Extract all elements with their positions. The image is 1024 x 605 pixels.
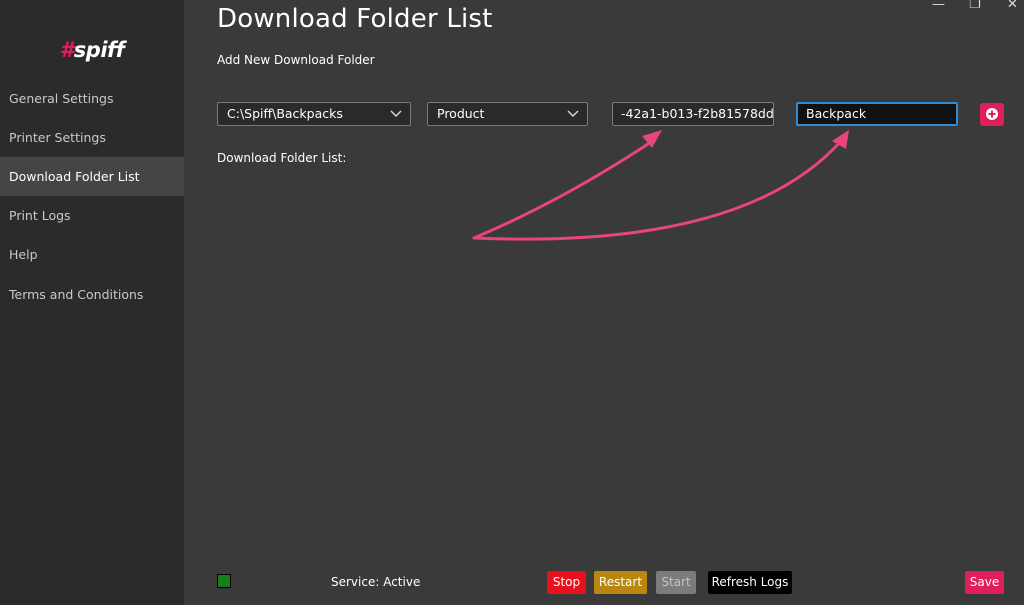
annotation-arrowhead-guid <box>642 130 662 148</box>
sidebar-item-printer-settings[interactable]: Printer Settings <box>0 118 184 157</box>
type-select[interactable]: Product <box>427 102 588 126</box>
annotation-arrows <box>472 130 849 241</box>
stop-button[interactable]: Stop <box>547 571 586 594</box>
service-status-indicator <box>217 574 231 588</box>
annotation-arrow-to-name <box>472 138 844 241</box>
sidebar-item-help[interactable]: Help <box>0 235 184 274</box>
folder-name-input[interactable]: Backpack <box>796 102 958 126</box>
restore-icon[interactable]: ❐ <box>969 0 981 12</box>
annotation-arrowhead-name <box>832 130 849 149</box>
close-icon[interactable]: ✕ <box>1007 0 1018 12</box>
restart-button[interactable]: Restart <box>594 571 647 594</box>
guid-value: -42a1-b013-f2b81578dd0b <box>621 106 774 121</box>
sidebar-item-download-folder-list[interactable]: Download Folder List <box>0 157 184 196</box>
sidebar: #spiff General Settings Printer Settings… <box>0 0 184 605</box>
plus-circle-icon <box>986 108 998 120</box>
sidebar-item-general-settings[interactable]: General Settings <box>0 79 184 118</box>
save-button[interactable]: Save <box>965 571 1004 594</box>
annotation-arrow-to-guid <box>472 138 656 240</box>
start-button[interactable]: Start <box>656 571 696 594</box>
service-status-text: Service: Active <box>331 575 421 589</box>
sidebar-item-print-logs[interactable]: Print Logs <box>0 196 184 235</box>
page-title: Download Folder List <box>217 4 493 34</box>
download-folder-list-label: Download Folder List: <box>217 151 347 165</box>
folder-path-value: C:\Spiff\Backpacks <box>227 106 343 121</box>
folder-path-select[interactable]: C:\Spiff\Backpacks <box>217 102 411 126</box>
spiff-logo: #spiff <box>59 38 125 62</box>
minimize-icon[interactable]: — <box>932 0 945 12</box>
folder-name-value: Backpack <box>806 106 867 121</box>
guid-input[interactable]: -42a1-b013-f2b81578dd0b <box>612 102 774 126</box>
refresh-logs-button[interactable]: Refresh Logs <box>708 571 792 594</box>
add-folder-label: Add New Download Folder <box>217 53 375 67</box>
type-value: Product <box>437 106 485 121</box>
chevron-down-icon <box>390 110 402 117</box>
add-folder-button[interactable] <box>980 103 1004 126</box>
sidebar-item-terms-and-conditions[interactable]: Terms and Conditions <box>0 275 184 314</box>
main-panel: Download Folder List — ❐ ✕ Add New Downl… <box>184 0 1024 605</box>
chevron-down-icon <box>567 110 579 117</box>
